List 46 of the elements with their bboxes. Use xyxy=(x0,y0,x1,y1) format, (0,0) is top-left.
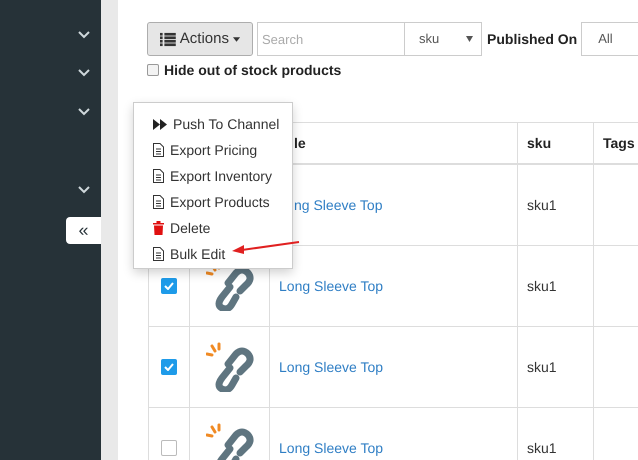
chevron-down-icon[interactable] xyxy=(78,31,90,39)
chevron-down-icon[interactable] xyxy=(78,69,90,77)
column-header: sku xyxy=(527,134,552,152)
product-title-link[interactable]: ng Sleeve Top xyxy=(294,194,382,216)
document-icon xyxy=(153,195,164,209)
column-header: Tags xyxy=(603,134,635,153)
caret-icon xyxy=(232,36,240,42)
product-title-link[interactable]: Long Sleeve Top xyxy=(279,356,384,378)
checkmark-icon xyxy=(164,282,174,290)
checkmark-icon xyxy=(164,363,174,371)
dropdown-arrow-icon xyxy=(466,36,473,42)
menu-item[interactable]: Export Inventory xyxy=(134,163,292,189)
search-field[interactable]: Search xyxy=(257,22,405,56)
menu-item[interactable]: Export Products xyxy=(134,189,292,215)
broken-link-icon xyxy=(206,423,254,460)
chevron-down-icon[interactable] xyxy=(78,186,90,194)
sku-cell-text: sku1 xyxy=(527,196,557,214)
menu-item[interactable]: Export Pricing xyxy=(134,137,292,163)
checkbox[interactable] xyxy=(147,64,159,76)
menu-item[interactable]: Bulk Edit xyxy=(134,241,292,267)
trash-icon xyxy=(153,221,164,235)
actions-button[interactable]: Actions xyxy=(147,22,253,56)
sku-cell-text: sku1 xyxy=(527,358,557,376)
row-checkbox[interactable] xyxy=(161,359,177,375)
product-title-link[interactable]: Long Sleeve Top xyxy=(279,438,384,458)
row-checkbox[interactable] xyxy=(161,440,177,456)
published-on-select[interactable]: All xyxy=(581,22,638,56)
collapse-button[interactable]: « xyxy=(66,217,101,244)
fast-forward-icon xyxy=(153,118,167,130)
product-title-link[interactable]: Long Sleeve Top xyxy=(279,276,384,296)
sku-cell-text: sku1 xyxy=(527,276,557,296)
menu-item[interactable]: Push To Channel xyxy=(134,111,292,137)
document-icon xyxy=(153,143,164,157)
published-on-label: Published On xyxy=(487,30,578,48)
row-checkbox[interactable] xyxy=(161,278,177,294)
menu-item[interactable]: Delete xyxy=(134,215,292,241)
document-icon xyxy=(153,169,164,183)
checkbox-label: Hide out of stock products xyxy=(164,60,342,80)
list-icon xyxy=(160,32,176,46)
sku-cell-text: sku1 xyxy=(527,438,557,458)
search-field-select[interactable]: sku xyxy=(405,22,482,56)
chevron-down-icon[interactable] xyxy=(78,108,90,116)
column-header: le xyxy=(294,134,306,152)
arrow-annotation xyxy=(232,240,300,255)
broken-link-icon xyxy=(206,342,254,392)
document-icon xyxy=(153,247,164,261)
